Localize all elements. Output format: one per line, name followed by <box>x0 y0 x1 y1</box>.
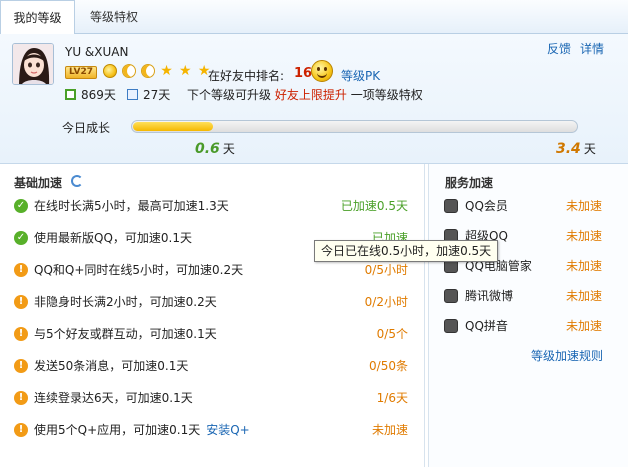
info-icon: ! <box>14 359 28 373</box>
task-status-value: 未加速 <box>371 423 408 437</box>
task-row: ! 连续登录达6天，可加速0.1天 1/6天 <box>0 386 425 410</box>
task-label: 在线时长满5小时，最高可加速1.3天 <box>34 199 229 213</box>
qq-pinyin-icon <box>444 319 458 333</box>
service-title: 服务加速 <box>445 176 494 190</box>
star-icon: ★ <box>179 62 192 79</box>
feedback-link[interactable]: 反馈 <box>547 40 571 57</box>
service-state: 未加速 <box>566 319 603 333</box>
level-pk-link[interactable]: 等级PK <box>341 67 380 84</box>
service-state: 未加速 <box>566 289 603 303</box>
task-text: 连续登录达6天，可加速0.1天 <box>34 386 193 410</box>
rank-value: 16 <box>294 66 313 81</box>
task-label: 连续登录达6天，可加速0.1天 <box>34 391 193 405</box>
service-state: 未加速 <box>566 259 603 273</box>
next-level-suffix: 一项等级特权 <box>350 88 423 102</box>
service-state: 未加速 <box>566 229 603 243</box>
refresh-icon[interactable] <box>71 175 83 187</box>
task-text: 使用5个Q+应用，可加速0.1天 安装Q+ <box>34 418 250 442</box>
star-icon: ★ <box>160 62 173 79</box>
smiley-icon <box>311 60 333 82</box>
task-label: 与5个好友或群互动，可加速0.1天 <box>34 327 217 341</box>
task-row: ! 发送50条消息，可加速0.1天 0/50条 <box>0 354 425 378</box>
moon-icon <box>121 63 136 78</box>
service-item[interactable]: QQ会员 未加速 <box>444 194 614 218</box>
info-icon: ! <box>14 295 28 309</box>
remaining-days: 27天 <box>127 86 170 103</box>
task-text: 非隐身时长满2小时，可加速0.2天 <box>34 290 217 314</box>
moon-icon <box>140 63 155 78</box>
growth-max-value: 3.4 <box>556 141 581 157</box>
task-row: ! 非隐身时长满2小时，可加速0.2天 0/2小时 <box>0 290 425 314</box>
level-icons: ★ ★ ★ <box>103 63 212 80</box>
avatar[interactable] <box>12 43 54 85</box>
task-row: ! 使用5个Q+应用，可加速0.1天 安装Q+ 未加速 <box>0 418 425 442</box>
next-level-highlight[interactable]: 好友上限提升 <box>275 88 347 102</box>
active-days-value: 869天 <box>81 88 116 102</box>
growth-progress-fill <box>133 122 214 131</box>
task-label: 发送50条消息，可加速0.1天 <box>34 359 189 373</box>
basic-title: 基础加速 <box>14 176 63 190</box>
service-item[interactable]: QQ拼音 未加速 <box>444 314 614 338</box>
task-status-value: 0/2小时 <box>364 295 408 309</box>
service-state: 未加速 <box>566 199 603 213</box>
task-label: 使用最新版QQ，可加速0.1天 <box>34 231 192 245</box>
task-text: 与5个好友或群互动，可加速0.1天 <box>34 322 217 346</box>
task-row: ✓ 在线时长满5小时，最高可加速1.3天 已加速0.5天 <box>0 194 425 218</box>
profile-panel: YU &XUAN LV27 ★ ★ ★ 在好友中排名: 16 等级PK 反馈 详… <box>0 34 628 164</box>
task-label: QQ和Q+同时在线5小时，可加速0.2天 <box>34 263 244 277</box>
rank-label: 在好友中排名: <box>208 69 285 83</box>
check-icon: ✓ <box>14 199 28 213</box>
acceleration-rules-link[interactable]: 等级加速规则 <box>531 347 603 364</box>
active-days: 869天 <box>65 86 116 103</box>
level-badge: LV27 <box>65 66 97 79</box>
growth-current: 0.6 天 <box>195 140 235 157</box>
service-name: 腾讯微博 <box>465 289 514 303</box>
growth-max-unit: 天 <box>583 142 596 156</box>
sun-icon <box>103 63 117 78</box>
info-icon: ! <box>14 391 28 405</box>
tooltip: 今日已在线0.5小时，加速0.5天 <box>314 240 499 262</box>
task-text: QQ和Q+同时在线5小时，可加速0.2天 <box>34 258 243 282</box>
growth-progress-bar <box>131 120 578 133</box>
growth-current-unit: 天 <box>222 142 235 156</box>
tab-my-level[interactable]: 我的等级 <box>0 0 75 35</box>
next-level-info: 下个等级可升级 好友上限提升 一项等级特权 <box>187 86 423 103</box>
growth-label: 今日成长 <box>62 121 111 135</box>
service-item[interactable]: 腾讯微博 未加速 <box>444 284 614 308</box>
info-icon: ! <box>14 423 28 437</box>
task-status-value: 已加速0.5天 <box>340 199 408 213</box>
tab-bar: 我的等级 等级特权 <box>0 0 628 35</box>
qq-vip-icon <box>444 199 458 213</box>
remaining-days-value: 27天 <box>143 88 171 102</box>
task-status-value: 0/5个 <box>376 327 408 341</box>
tab-level-privileges[interactable]: 等级特权 <box>78 0 150 34</box>
task-text: 发送50条消息，可加速0.1天 <box>34 354 188 378</box>
info-icon: ! <box>14 263 28 277</box>
next-level-prefix: 下个等级可升级 <box>187 88 272 102</box>
task-row: ! 与5个好友或群互动，可加速0.1天 0/5个 <box>0 322 425 346</box>
growth-current-value: 0.6 <box>195 141 220 157</box>
task-text: 在线时长满5小时，最高可加速1.3天 <box>34 194 229 218</box>
service-name: QQ拼音 <box>465 319 508 333</box>
task-status-value: 0/50条 <box>369 359 408 373</box>
active-days-icon <box>65 89 76 100</box>
info-icon: ! <box>14 327 28 341</box>
detail-link[interactable]: 详情 <box>580 40 604 57</box>
weibo-icon <box>444 289 458 303</box>
task-label: 使用5个Q+应用，可加速0.1天 <box>34 423 201 437</box>
service-name: QQ会员 <box>465 199 508 213</box>
task-label: 非隐身时长满2小时，可加速0.2天 <box>34 295 217 309</box>
task-text: 使用最新版QQ，可加速0.1天 <box>34 226 192 250</box>
task-status-value: 1/6天 <box>376 391 408 405</box>
check-icon: ✓ <box>14 231 28 245</box>
nickname: YU &XUAN <box>65 45 129 59</box>
install-qplus-link[interactable]: 安装Q+ <box>206 423 250 437</box>
growth-max: 3.4 天 <box>556 140 596 157</box>
remaining-days-icon <box>127 89 138 100</box>
